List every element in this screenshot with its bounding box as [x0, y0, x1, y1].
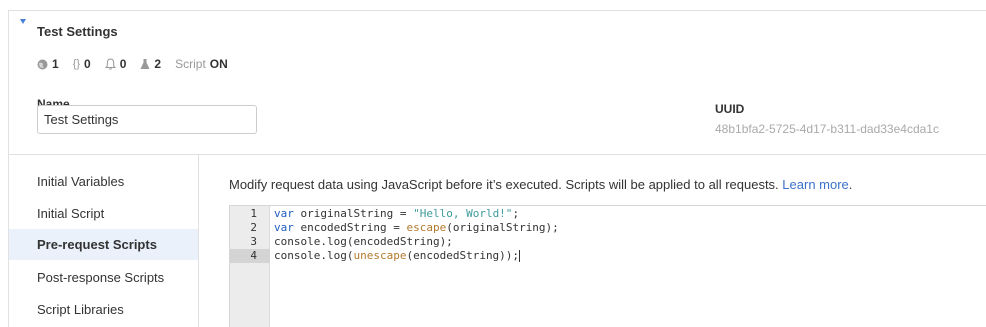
code-content[interactable]: var originalString = "Hello, World!"; va…	[274, 207, 559, 263]
line-number: 4	[250, 249, 257, 262]
globe-icon	[37, 59, 48, 70]
braces-icon: {}	[72, 58, 81, 70]
text-cursor	[519, 250, 521, 262]
script-label: Script	[175, 57, 206, 71]
collapse-caret-icon[interactable]	[20, 19, 26, 24]
bell-icon	[104, 58, 116, 70]
description-period: .	[848, 177, 853, 192]
sidebar-item-initial-variables[interactable]: Initial Variables	[9, 166, 198, 197]
stat-script: Script ON	[175, 57, 228, 71]
string-token: "Hello, World!"	[413, 207, 513, 220]
keyword-token: var	[274, 221, 294, 234]
bell-count: 0	[119, 57, 127, 71]
code-line: console.log(encodedString);	[274, 235, 453, 248]
line-number: 3	[250, 235, 257, 248]
sidebar-item-script-libraries[interactable]: Script Libraries	[9, 294, 198, 325]
function-token: escape	[406, 221, 447, 234]
braces-count: 0	[84, 57, 91, 71]
settings-header: Test Settings 1 {} 0 0 2 Script ON Name …	[8, 0, 986, 145]
settings-sidebar: Initial Variables Initial Script Pre-req…	[9, 155, 199, 327]
line-number: 2	[250, 221, 257, 234]
code-line: var encodedString = escape(originalStrin…	[274, 221, 559, 234]
stat-flask: 2	[140, 57, 161, 71]
globe-count: 1	[52, 57, 59, 71]
description-body: Modify request data using JavaScript bef…	[229, 177, 779, 192]
function-token: unescape	[353, 249, 407, 262]
name-input[interactable]	[37, 105, 257, 134]
editor-gutter: 1 2 3 4	[230, 206, 270, 327]
learn-more-link[interactable]: Learn more	[782, 177, 848, 192]
stat-globe: 1	[37, 57, 59, 71]
uuid-value: 48b1bfa2-5725-4d17-b311-dad33e4cda1c	[715, 122, 939, 136]
stats-bar: 1 {} 0 0 2 Script ON	[37, 56, 242, 72]
page-title: Test Settings	[37, 24, 118, 39]
code-line: console.log(unescape(encodedString));	[274, 249, 521, 262]
flask-count: 2	[154, 57, 162, 71]
sidebar-item-initial-script[interactable]: Initial Script	[9, 198, 198, 229]
script-editor[interactable]: 1 2 3 4 var originalString = "Hello, Wor…	[229, 205, 986, 327]
uuid-label: UUID	[715, 102, 745, 116]
keyword-token: var	[274, 207, 294, 220]
sidebar-item-post-response-scripts[interactable]: Post-response Scripts	[9, 262, 198, 293]
code-line: var originalString = "Hello, World!";	[274, 207, 520, 220]
description-text: Modify request data using JavaScript bef…	[229, 177, 852, 192]
stat-bell: 0	[104, 57, 127, 71]
stat-braces: {} 0	[73, 57, 91, 71]
line-number: 1	[250, 207, 257, 220]
flask-icon	[140, 58, 150, 70]
script-status: ON	[209, 57, 228, 71]
sidebar-item-pre-request-scripts[interactable]: Pre-request Scripts	[9, 229, 198, 260]
